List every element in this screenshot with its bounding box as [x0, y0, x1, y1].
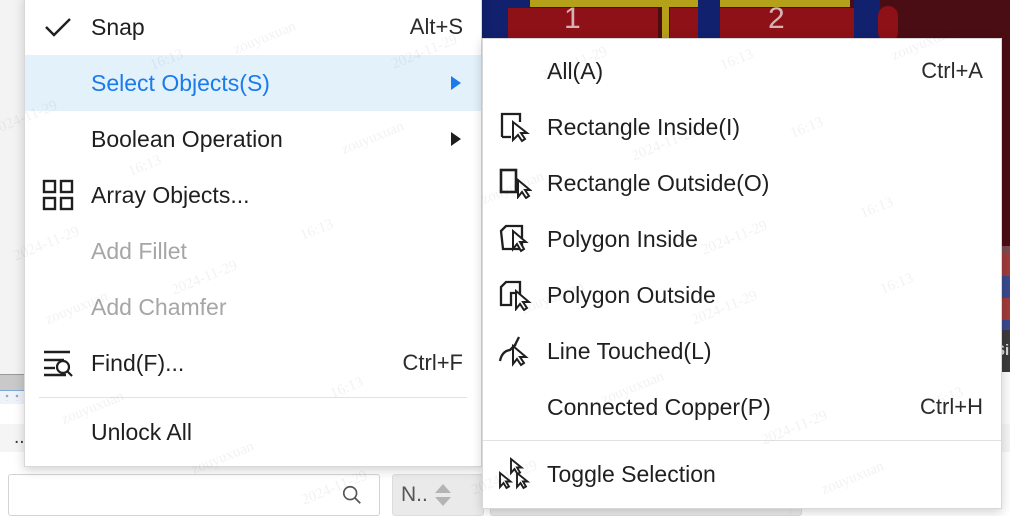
- submenu-separator: [483, 440, 1001, 441]
- submenu-item-label: Connected Copper(P): [547, 393, 771, 420]
- menu-item-unlock-all[interactable]: Unlock All: [25, 404, 481, 460]
- submenu-item-label: Toggle Selection: [547, 460, 716, 487]
- empty-icon-slot: [483, 379, 547, 435]
- select-objects-submenu[interactable]: All(A) Ctrl+A Rectangle Inside(I) Rectan…: [482, 38, 1002, 509]
- submenu-item-all[interactable]: All(A) Ctrl+A: [483, 43, 1001, 99]
- menu-item-shortcut: Ctrl+F: [402, 350, 464, 375]
- edit-context-menu[interactable]: Snap Alt+S Select Objects(S) Boolean Ope…: [24, 0, 482, 467]
- submenu-item-label: All(A): [547, 57, 604, 84]
- number-stepper[interactable]: N..: [392, 474, 484, 516]
- line-touched-icon: [483, 323, 547, 379]
- pcb-pad-blue: [698, 0, 720, 42]
- menu-item-boolean-operation[interactable]: Boolean Operation: [25, 111, 481, 167]
- pcb-pad: [508, 8, 658, 42]
- toggle-selection-icon: [483, 446, 547, 502]
- grid-2x2-icon: [25, 167, 91, 223]
- menu-item-add-fillet: Add Fillet: [25, 223, 481, 279]
- empty-icon-slot: [25, 223, 91, 279]
- menu-item-label: Unlock All: [91, 418, 192, 445]
- rectangle-outside-icon: [483, 155, 547, 211]
- menu-item-snap[interactable]: Snap Alt+S: [25, 0, 481, 55]
- menu-item-label: Select Objects(S): [91, 69, 270, 96]
- menu-item-label: Add Fillet: [91, 237, 187, 264]
- submenu-item-line-touched[interactable]: Line Touched(L): [483, 323, 1001, 379]
- empty-icon-slot: [25, 111, 91, 167]
- empty-icon-slot: [483, 43, 547, 99]
- pcb-pad-blue: [854, 0, 880, 42]
- empty-icon-slot: [25, 55, 91, 111]
- menu-separator: [39, 397, 467, 398]
- pcb-pad: [670, 8, 698, 42]
- submenu-item-label: Line Touched(L): [547, 337, 712, 364]
- submenu-item-label: Rectangle Inside(I): [547, 113, 741, 140]
- menu-item-select-objects[interactable]: Select Objects(S): [25, 55, 481, 111]
- submenu-item-shortcut: Ctrl+A: [921, 58, 983, 83]
- pcb-pad-number: 2: [768, 2, 785, 35]
- menu-item-find[interactable]: Find(F)... Ctrl+F: [25, 335, 481, 391]
- submenu-item-label: Rectangle Outside(O): [547, 169, 770, 196]
- submenu-item-rectangle-inside[interactable]: Rectangle Inside(I): [483, 99, 1001, 155]
- polygon-outside-icon: [483, 267, 547, 323]
- submenu-item-connected-copper[interactable]: Connected Copper(P) Ctrl+H: [483, 379, 1001, 435]
- search-icon[interactable]: [341, 484, 363, 506]
- submenu-item-polygon-outside[interactable]: Polygon Outside: [483, 267, 1001, 323]
- menu-item-label: Add Chamfer: [91, 293, 227, 320]
- empty-icon-slot: [25, 279, 91, 335]
- submenu-item-label: Polygon Inside: [547, 225, 698, 252]
- pcb-pad: [720, 8, 854, 42]
- menu-item-label: Snap: [91, 13, 145, 40]
- pcb-trace: [662, 0, 669, 42]
- menu-item-array-objects[interactable]: Array Objects...: [25, 167, 481, 223]
- empty-icon-slot: [25, 404, 91, 460]
- pcb-pad-number: 1: [564, 2, 581, 35]
- pcb-pad-blue: [480, 0, 494, 42]
- list-search-icon: [25, 335, 91, 391]
- menu-item-shortcut: Alt+S: [409, 14, 463, 39]
- number-stepper-label: N..: [401, 483, 428, 506]
- rectangle-inside-icon: [483, 99, 547, 155]
- menu-item-label: Boolean Operation: [91, 125, 283, 152]
- submenu-item-shortcut: Ctrl+H: [920, 394, 983, 419]
- menu-item-add-chamfer: Add Chamfer: [25, 279, 481, 335]
- submenu-item-label: Polygon Outside: [547, 281, 716, 308]
- submenu-item-rectangle-outside[interactable]: Rectangle Outside(O): [483, 155, 1001, 211]
- submenu-arrow-icon: [449, 126, 463, 153]
- submenu-item-toggle-selection[interactable]: Toggle Selection: [483, 446, 1001, 502]
- submenu-arrow-icon: [449, 70, 463, 97]
- polygon-inside-icon: [483, 211, 547, 267]
- check-icon: [25, 0, 91, 55]
- menu-item-label: Array Objects...: [91, 181, 250, 208]
- spinner-updown-icon[interactable]: [434, 484, 452, 506]
- pcb-via: [878, 6, 898, 42]
- pcb-canvas[interactable]: 1 2: [480, 0, 1010, 42]
- submenu-item-polygon-inside[interactable]: Polygon Inside: [483, 211, 1001, 267]
- menu-item-label: Find(F)...: [91, 349, 185, 376]
- search-input[interactable]: [8, 474, 380, 516]
